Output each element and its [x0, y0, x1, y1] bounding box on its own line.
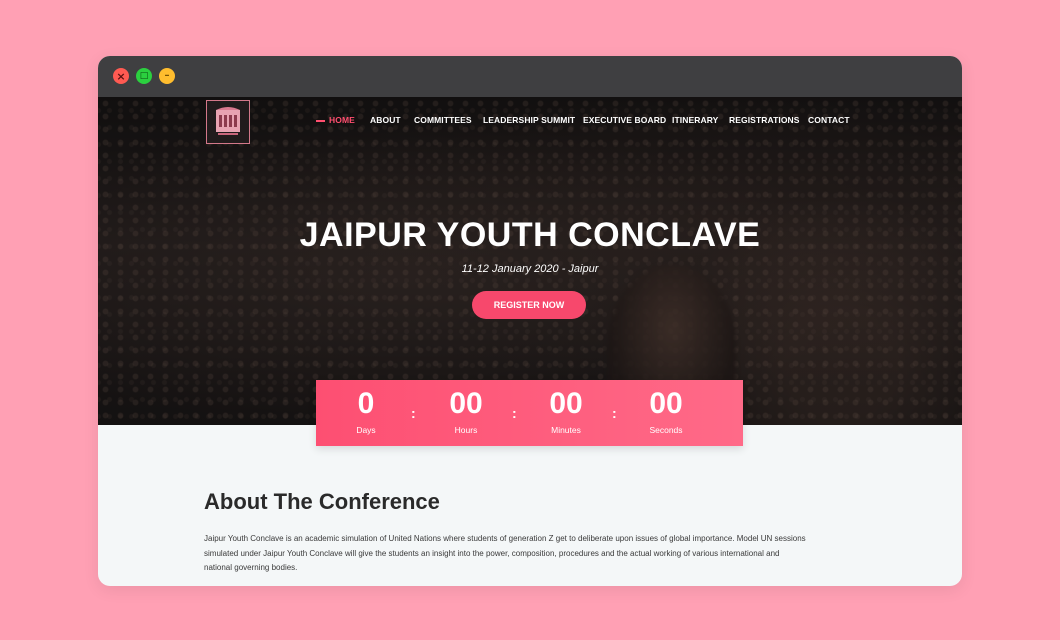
countdown-hours-value: 00: [449, 387, 483, 420]
countdown-days-value: 0: [357, 387, 375, 420]
maximize-icon[interactable]: □: [136, 68, 152, 84]
browser-window: × □ – HOME ABOUT COMMITTEES LEADERSHIP S…: [98, 56, 962, 586]
hero-overlay: [98, 97, 962, 425]
nav-item-committees[interactable]: COMMITTEES: [414, 115, 472, 125]
countdown-separator: :: [512, 405, 517, 421]
close-icon[interactable]: ×: [113, 68, 129, 84]
countdown-days: 0 Days: [321, 386, 411, 435]
about-line: national governing bodies.: [204, 563, 298, 572]
countdown-separator: :: [411, 405, 416, 421]
countdown-seconds: 00 Seconds: [621, 386, 711, 435]
countdown-minutes-value: 00: [549, 387, 583, 420]
countdown-minutes: 00 Minutes: [521, 386, 611, 435]
nav-item-registrations[interactable]: REGISTRATIONS: [729, 115, 800, 125]
active-indicator: [316, 120, 325, 122]
nav-item-home[interactable]: HOME: [329, 115, 355, 125]
hero-date: 11-12 January 2020 - Jaipur: [461, 263, 599, 275]
window-titlebar: × □ –: [98, 56, 962, 97]
nav-item-contact[interactable]: CONTACT: [808, 115, 850, 125]
countdown-hours: 00 Hours: [421, 386, 511, 435]
about-paragraph: Jaipur Youth Conclave is an academic sim…: [204, 532, 864, 576]
nav-item-leadership-summit[interactable]: LEADERSHIP SUMMIT: [483, 115, 575, 125]
nav-item-about[interactable]: ABOUT: [370, 115, 401, 125]
about-heading: About The Conference: [204, 489, 440, 514]
about-line: Jaipur Youth Conclave is an academic sim…: [204, 534, 806, 543]
hero-section: HOME ABOUT COMMITTEES LEADERSHIP SUMMIT …: [98, 97, 962, 425]
countdown-seconds-label: Seconds: [649, 425, 683, 435]
countdown-seconds-value: 00: [649, 387, 683, 420]
nav-item-itinerary[interactable]: ITINERARY: [672, 115, 718, 125]
countdown-separator: :: [612, 405, 617, 421]
about-line: simulated under Jaipur Youth Conclave wi…: [204, 548, 780, 558]
hero-title: JAIPUR YOUTH CONCLAVE: [299, 216, 761, 254]
countdown-days-label: Days: [356, 425, 376, 435]
countdown-timer: 0 Days : 00 Hours : 00 Minutes : 00 Seco…: [316, 380, 743, 446]
main-nav: HOME ABOUT COMMITTEES LEADERSHIP SUMMIT …: [98, 115, 962, 129]
countdown-minutes-label: Minutes: [551, 425, 581, 435]
nav-item-executive-board[interactable]: EXECUTIVE BOARD: [583, 115, 666, 125]
register-now-button[interactable]: REGISTER NOW: [472, 291, 586, 319]
countdown-hours-label: Hours: [454, 425, 478, 435]
minimize-icon[interactable]: –: [159, 68, 175, 84]
